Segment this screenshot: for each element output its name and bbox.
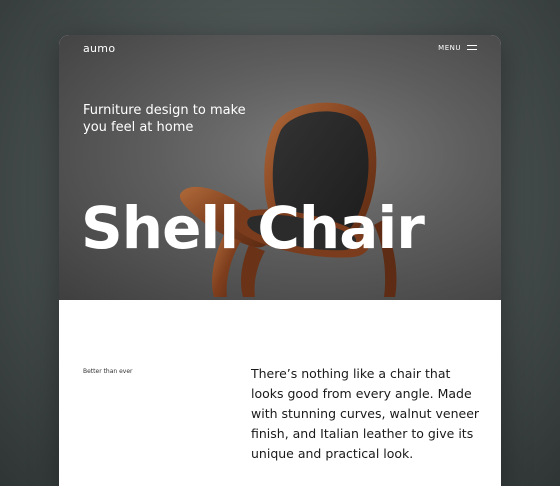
menu-label: MENU <box>438 44 461 52</box>
menu-button[interactable]: MENU <box>438 44 477 52</box>
content-section: Better than ever There’s nothing like a … <box>59 300 501 486</box>
hero-section: aumo MENU Furniture design to make you f… <box>59 35 501 300</box>
brand-logo[interactable]: aumo <box>83 42 115 55</box>
product-description: There’s nothing like a chair that looks … <box>251 366 480 461</box>
hero-tagline: Furniture design to make you feel at hom… <box>83 103 246 135</box>
top-navigation: aumo MENU <box>59 35 501 63</box>
section-kicker: Better than ever <box>83 368 133 375</box>
hamburger-icon <box>467 45 477 51</box>
landing-card: aumo MENU Furniture design to make you f… <box>59 35 501 486</box>
hero-title: Shell Chair <box>81 194 425 262</box>
